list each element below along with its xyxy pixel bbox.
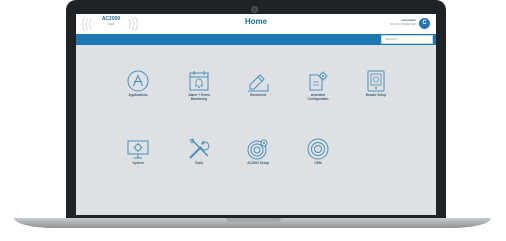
app-header: AC2000 CEM Home cemadmin SN 6CE CONNECTE… [76, 14, 436, 34]
tile-ac2000-setup[interactable]: AC2000 Setup [228, 137, 288, 177]
logo-text[interactable]: AC2000 [92, 17, 130, 22]
tile-label: System [132, 161, 144, 165]
reader-gear-icon [367, 70, 385, 92]
tile-label: ainerated Configuration [307, 93, 329, 101]
app-screen: AC2000 CEM Home cemadmin SN 6CE CONNECTE… [76, 14, 436, 215]
target-gear-icon [247, 139, 268, 160]
tile-tools[interactable]: Tools [169, 137, 229, 177]
tile-label: Reader Setup [365, 93, 387, 97]
pencil-icon [248, 74, 269, 92]
tile-applications[interactable]: Applications [108, 69, 168, 109]
user-name[interactable]: cemadmin [401, 18, 416, 22]
tile-reader-setup[interactable]: Reader Setup [346, 69, 406, 109]
cem-circle-icon [307, 138, 329, 160]
alarm-bell-icon [189, 71, 209, 91]
tile-label: Enrolment [250, 93, 266, 97]
user-status: SN 6CE CONNECTED [390, 23, 416, 26]
document-gear-icon [309, 71, 328, 91]
tile-alarm-event-monitoring[interactable]: Alarm + Event Monitoring [169, 69, 229, 109]
tile-label: AC2000 Setup [247, 161, 269, 165]
tile-label: Alarm + Event Monitoring [188, 93, 210, 101]
tile-configuration[interactable]: ainerated Configuration [288, 69, 348, 109]
tile-enrolment[interactable]: Enrolment [228, 69, 288, 109]
tile-label: Applications [128, 93, 148, 97]
logo-subtext: CEM [108, 23, 114, 26]
monitor-gear-icon [127, 140, 149, 159]
tile-cem[interactable]: CEM [288, 137, 348, 177]
applications-icon [127, 70, 149, 92]
laptop-base-notch [226, 218, 281, 222]
tile-system[interactable]: System [108, 137, 168, 177]
wrench-screwdriver-icon [189, 138, 210, 159]
tile-label: CEM [314, 161, 322, 165]
page-title: Home [244, 17, 268, 26]
webcam [251, 6, 258, 13]
tile-label: Tools [194, 161, 204, 165]
search-input[interactable]: SEARCH [381, 35, 433, 44]
user-avatar[interactable]: C [419, 18, 430, 29]
